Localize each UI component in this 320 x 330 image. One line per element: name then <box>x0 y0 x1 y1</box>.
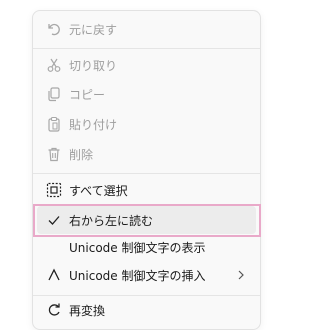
menu-item-insert-unicode-control[interactable]: Unicode 制御文字の挿入 <box>37 261 256 289</box>
empty-icon-slot <box>46 239 62 255</box>
menu-item-select-all[interactable]: すべて選択 <box>37 176 256 204</box>
menu-item-cut[interactable]: 切り取り <box>37 51 256 79</box>
undo-icon <box>46 21 62 37</box>
menu-item-label: すべて選択 <box>69 183 128 198</box>
menu-item-copy[interactable]: コピー <box>37 80 256 108</box>
reconvert-icon <box>46 302 62 318</box>
menu-item-label: 切り取り <box>69 58 118 73</box>
scissors-icon <box>46 57 62 73</box>
menu-item-label: 元に戻す <box>69 22 118 37</box>
menu-item-label: 再変換 <box>69 303 106 318</box>
context-menu: 元に戻す 切り取り コピー 貼り付け 削除 すべて選択 右から左に読む Unic… <box>32 10 261 330</box>
menu-item-label: Unicode 制御文字の表示 <box>69 240 206 255</box>
menu-item-undo[interactable]: 元に戻す <box>37 15 256 43</box>
select-all-icon <box>46 182 62 198</box>
menu-item-delete[interactable]: 削除 <box>37 140 256 168</box>
paste-icon <box>46 116 62 132</box>
menu-item-reconvert[interactable]: 再変換 <box>37 296 256 324</box>
menu-item-label: 削除 <box>69 147 94 162</box>
highlight-box <box>33 204 261 237</box>
menu-item-show-unicode-control[interactable]: Unicode 制御文字の表示 <box>37 233 256 261</box>
divider <box>33 173 260 174</box>
trash-icon <box>46 146 62 162</box>
copy-icon <box>46 86 62 102</box>
menu-item-label: コピー <box>69 87 106 102</box>
menu-item-paste[interactable]: 貼り付け <box>37 110 256 138</box>
menu-item-label: 貼り付け <box>69 117 118 132</box>
caret-icon <box>46 267 62 283</box>
chevron-right-icon <box>234 268 248 282</box>
divider <box>33 48 260 49</box>
menu-item-label: Unicode 制御文字の挿入 <box>69 268 206 283</box>
